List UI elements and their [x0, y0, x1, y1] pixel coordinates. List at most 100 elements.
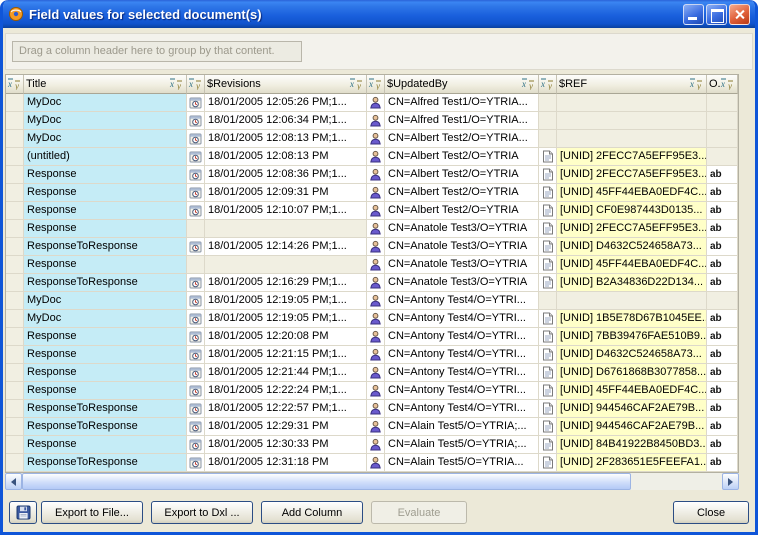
- type-icon-cell[interactable]: [6, 238, 24, 256]
- type-icon-cell[interactable]: [539, 112, 557, 130]
- cell-updatedby[interactable]: CN=Anatole Test3/O=YTRIA: [385, 220, 539, 238]
- cell-updatedby[interactable]: CN=Antony Test4/O=YTRI...: [385, 310, 539, 328]
- type-icon-cell[interactable]: [187, 274, 205, 292]
- table-row[interactable]: Response18/01/2005 12:21:15 PM;1...CN=An…: [6, 346, 738, 364]
- cell-title[interactable]: Response: [24, 202, 187, 220]
- cell-ref[interactable]: [UNID] 2FECC7A5EFF95E3...: [557, 166, 707, 184]
- type-icon-cell[interactable]: [539, 94, 557, 112]
- cell-revisions[interactable]: 18/01/2005 12:22:57 PM;1...: [205, 400, 367, 418]
- type-icon-cell[interactable]: [367, 436, 385, 454]
- type-icon-cell[interactable]: [6, 274, 24, 292]
- cell-revisions[interactable]: 18/01/2005 12:30:33 PM: [205, 436, 367, 454]
- cell-updatedby[interactable]: CN=Albert Test2/O=YTRIA: [385, 166, 539, 184]
- cell-o[interactable]: ab: [707, 328, 738, 346]
- cell-ref[interactable]: [557, 94, 707, 112]
- cell-o[interactable]: ab: [707, 274, 738, 292]
- type-icon-cell[interactable]: [187, 94, 205, 112]
- cell-revisions[interactable]: 18/01/2005 12:10:07 PM;1...: [205, 202, 367, 220]
- cell-ref[interactable]: [UNID] 1B5E78D67B1045EE...: [557, 310, 707, 328]
- type-icon-cell[interactable]: [6, 130, 24, 148]
- type-icon-cell[interactable]: [6, 382, 24, 400]
- table-row[interactable]: MyDoc18/01/2005 12:08:13 PM;1...CN=Alber…: [6, 130, 738, 148]
- cell-o[interactable]: ab: [707, 184, 738, 202]
- table-row[interactable]: Response18/01/2005 12:08:36 PM;1...CN=Al…: [6, 166, 738, 184]
- cell-revisions[interactable]: [205, 220, 367, 238]
- type-icon-cell[interactable]: [187, 112, 205, 130]
- type-icon-cell[interactable]: [367, 166, 385, 184]
- cell-o[interactable]: ab: [707, 256, 738, 274]
- cell-revisions[interactable]: 18/01/2005 12:08:13 PM: [205, 148, 367, 166]
- scroll-left-button[interactable]: [5, 473, 22, 490]
- cell-title[interactable]: ResponseToResponse: [24, 274, 187, 292]
- type-icon-cell[interactable]: [6, 202, 24, 220]
- type-icon-cell[interactable]: [6, 346, 24, 364]
- type-icon-cell[interactable]: [187, 346, 205, 364]
- cell-updatedby[interactable]: CN=Antony Test4/O=YTRI...: [385, 400, 539, 418]
- type-icon-cell[interactable]: [6, 112, 24, 130]
- cell-updatedby[interactable]: CN=Albert Test2/O=YTRIA...: [385, 130, 539, 148]
- cell-ref[interactable]: [UNID] 2F283651E5FEEFA1...: [557, 454, 707, 472]
- filter-icon[interactable]: xy: [349, 78, 364, 90]
- cell-title[interactable]: Response: [24, 220, 187, 238]
- type-icon-cell[interactable]: [539, 454, 557, 472]
- cell-title[interactable]: MyDoc: [24, 310, 187, 328]
- table-row[interactable]: MyDoc18/01/2005 12:06:34 PM;1...CN=Alfre…: [6, 112, 738, 130]
- cell-revisions[interactable]: 18/01/2005 12:19:05 PM;1...: [205, 310, 367, 328]
- cell-revisions[interactable]: 18/01/2005 12:29:31 PM: [205, 418, 367, 436]
- cell-title[interactable]: Response: [24, 346, 187, 364]
- type-icon-cell[interactable]: [539, 256, 557, 274]
- cell-o[interactable]: ab: [707, 454, 738, 472]
- column-header[interactable]: $UpdatedByxy: [385, 75, 539, 94]
- cell-revisions[interactable]: 18/01/2005 12:31:18 PM: [205, 454, 367, 472]
- type-icon-cell[interactable]: [539, 274, 557, 292]
- type-icon-cell[interactable]: [367, 382, 385, 400]
- type-icon-cell[interactable]: [367, 454, 385, 472]
- cell-title[interactable]: Response: [24, 382, 187, 400]
- filter-icon[interactable]: xy: [368, 78, 383, 90]
- type-icon-cell[interactable]: [539, 418, 557, 436]
- type-icon-cell[interactable]: [187, 130, 205, 148]
- cell-updatedby[interactable]: CN=Alain Test5/O=YTRIA;...: [385, 436, 539, 454]
- cell-ref[interactable]: [UNID] D4632C524658A73...: [557, 238, 707, 256]
- cell-updatedby[interactable]: CN=Anatole Test3/O=YTRIA: [385, 274, 539, 292]
- type-icon-cell[interactable]: [187, 400, 205, 418]
- filter-icon[interactable]: xy: [169, 78, 184, 90]
- type-icon-cell[interactable]: [6, 364, 24, 382]
- cell-revisions[interactable]: 18/01/2005 12:06:34 PM;1...: [205, 112, 367, 130]
- cell-revisions[interactable]: 18/01/2005 12:19:05 PM;1...: [205, 292, 367, 310]
- cell-title[interactable]: MyDoc: [24, 292, 187, 310]
- minimize-button[interactable]: [683, 4, 704, 25]
- type-icon-cell[interactable]: [6, 400, 24, 418]
- table-row[interactable]: Response 18/01/2005 12:30:33 PM CN=Alain T…: [6, 436, 738, 454]
- table-row[interactable]: Response CN=Anatole Test3/O=YTRIA [UNID] 2…: [6, 220, 738, 238]
- scroll-right-button[interactable]: [722, 473, 739, 490]
- filter-icon[interactable]: xy: [7, 78, 22, 90]
- type-icon-cell[interactable]: [367, 220, 385, 238]
- table-row[interactable]: Response18/01/2005 12:22:24 PM;1...CN=An…: [6, 382, 738, 400]
- table-row[interactable]: MyDoc18/01/2005 12:19:05 PM;1...CN=Anton…: [6, 292, 738, 310]
- column-header[interactable]: O...xy: [707, 75, 738, 94]
- cell-revisions[interactable]: 18/01/2005 12:21:44 PM;1...: [205, 364, 367, 382]
- type-icon-cell[interactable]: [6, 184, 24, 202]
- cell-o[interactable]: ab: [707, 220, 738, 238]
- cell-updatedby[interactable]: CN=Albert Test2/O=YTRIA: [385, 148, 539, 166]
- add-column-button[interactable]: Add Column: [261, 501, 363, 524]
- cell-updatedby[interactable]: CN=Antony Test4/O=YTRI...: [385, 382, 539, 400]
- cell-title[interactable]: Response: [24, 364, 187, 382]
- cell-o[interactable]: ab: [707, 346, 738, 364]
- type-icon-cell[interactable]: [539, 202, 557, 220]
- cell-revisions[interactable]: 18/01/2005 12:20:08 PM: [205, 328, 367, 346]
- type-icon-cell[interactable]: [539, 292, 557, 310]
- table-row[interactable]: Response18/01/2005 12:10:07 PM;1...CN=Al…: [6, 202, 738, 220]
- cell-title[interactable]: Response: [24, 436, 187, 454]
- cell-ref[interactable]: [UNID] D4632C524658A73...: [557, 346, 707, 364]
- cell-updatedby[interactable]: CN=Alfred Test1/O=YTRIA...: [385, 112, 539, 130]
- group-by-panel[interactable]: Drag a column header here to group by th…: [5, 33, 753, 70]
- filter-icon[interactable]: xy: [720, 78, 735, 90]
- cell-o[interactable]: ab: [707, 202, 738, 220]
- type-icon-cell[interactable]: [6, 454, 24, 472]
- cell-title[interactable]: MyDoc: [24, 130, 187, 148]
- type-icon-cell[interactable]: [539, 184, 557, 202]
- type-icon-cell[interactable]: [539, 166, 557, 184]
- cell-ref[interactable]: [UNID] 2FECC7A5EFF95E3...: [557, 220, 707, 238]
